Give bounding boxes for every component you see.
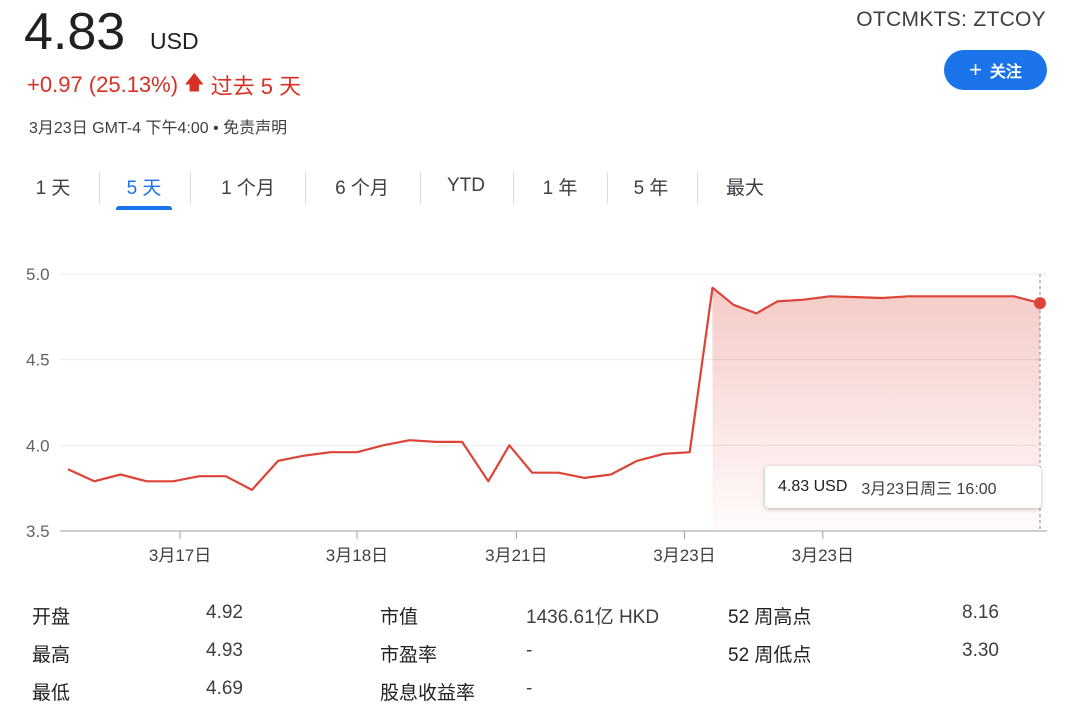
change-period: 过去 5 天 — [210, 74, 302, 99]
stat-value: 4.93 — [206, 640, 243, 661]
tab-6m[interactable]: 6 个月 — [318, 166, 406, 206]
tooltip-value: 4.83 USD — [778, 478, 848, 495]
timestamp: 3月23日 GMT-4 下午4:00 — [29, 120, 209, 137]
follow-label: 关注 — [989, 64, 1022, 81]
separator-dot: • — [213, 120, 219, 137]
y-tick-label: 4.5 — [26, 351, 50, 370]
y-tick-label: 4.0 — [26, 436, 50, 455]
stat-label: 52 周高点 — [728, 607, 812, 628]
x-tick-label: 3月23日 — [792, 546, 854, 565]
tab-1d[interactable]: 1 天 — [20, 166, 86, 206]
tab-max[interactable]: 最大 — [712, 166, 778, 206]
tab-divider — [697, 172, 698, 204]
follow-button[interactable]: + 关注 — [944, 50, 1047, 90]
stat-label: 股息收益率 — [380, 683, 476, 704]
chart-tooltip: 4.83 USD 3月23日周三 16:00 — [765, 466, 1041, 508]
ticker-symbol: OTCMKTS: ZTCOY — [856, 8, 1046, 31]
price-chart[interactable]: 3.5 4.0 4.5 5.0 3月17日 3月18日 3月21日 3月23日 3月23日 — [0, 220, 1080, 580]
stat-value: 1436.61亿 HKD — [526, 607, 660, 628]
tab-divider — [513, 172, 514, 204]
tab-divider — [420, 172, 421, 204]
last-point-marker — [1034, 297, 1046, 310]
stat-value: - — [526, 640, 533, 661]
disclaimer-link[interactable]: 免责声明 — [223, 120, 287, 137]
x-tick-label: 3月21日 — [485, 546, 547, 565]
tab-1m[interactable]: 1 个月 — [204, 166, 292, 206]
x-tick-label: 3月17日 — [149, 546, 211, 565]
y-tick-label: 3.5 — [26, 522, 50, 541]
stat-label: 开盘 — [32, 607, 71, 628]
x-tick-label: 3月18日 — [326, 546, 388, 565]
tooltip-time: 3月23日周三 16:00 — [861, 481, 997, 498]
price-change: +0.97 (25.13%) 🡅 过去 5 天 — [27, 68, 301, 102]
tab-ytd[interactable]: YTD — [432, 166, 500, 206]
plus-icon: + — [969, 57, 982, 82]
change-value: +0.97 (25.13%) — [27, 72, 179, 97]
tab-divider — [99, 172, 100, 204]
stat-value: 8.16 — [962, 602, 999, 623]
current-price: 4.83 — [24, 3, 126, 61]
tab-divider — [190, 172, 191, 204]
stat-label: 最低 — [32, 683, 71, 704]
tab-5y[interactable]: 5 年 — [618, 166, 684, 206]
stat-label: 市盈率 — [380, 645, 438, 666]
x-tick-label: 3月23日 — [653, 546, 715, 565]
tab-5d[interactable]: 5 天 — [116, 166, 172, 210]
tab-divider — [305, 172, 306, 204]
tab-1y[interactable]: 1 年 — [526, 166, 594, 206]
arrow-up-icon: 🡅 — [184, 72, 205, 94]
stat-value: 4.69 — [206, 678, 243, 699]
y-tick-label: 5.0 — [26, 265, 50, 284]
stat-value: 3.30 — [962, 640, 999, 661]
tab-divider — [607, 172, 608, 204]
stat-label: 52 周低点 — [728, 645, 812, 666]
stat-label: 最高 — [32, 645, 71, 666]
stat-value: 4.92 — [206, 602, 243, 623]
stat-label: 市值 — [380, 607, 419, 628]
stat-value: - — [526, 678, 533, 699]
range-tabs: 1 天 5 天 1 个月 6 个月 YTD 1 年 5 年 最大 — [0, 166, 1080, 210]
timestamp-line: 3月23日 GMT-4 下午4:00 • 免责声明 — [29, 114, 287, 138]
price-currency: USD — [150, 28, 199, 54]
